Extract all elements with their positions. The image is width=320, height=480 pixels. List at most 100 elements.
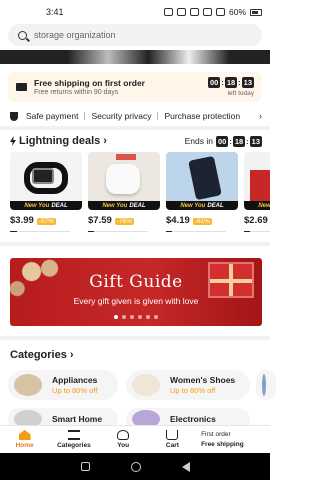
category-thumbnail (262, 374, 266, 396)
shipping-timer: 00: 18: 13 left today (207, 77, 254, 97)
deal-price: $2.69 (244, 215, 268, 226)
carousel-dot[interactable] (154, 315, 158, 319)
deal-tag: New YouDEAL (88, 201, 160, 210)
recent-apps-button[interactable] (80, 462, 90, 471)
carousel-dot[interactable] (146, 315, 150, 319)
deal-card-belt[interactable]: New You DEAL $3.99 -57% (10, 152, 82, 232)
deal-price: $3.99 (10, 215, 34, 226)
section-divider (0, 336, 270, 340)
deals-countdown: Ends in 00: 18: 13 (184, 135, 262, 147)
section-divider (0, 126, 270, 130)
timer-seconds: 13 (241, 77, 254, 88)
category-thumbnail (132, 374, 160, 396)
chevron-right-icon: › (69, 349, 74, 361)
deal-discount: -57% (36, 218, 56, 225)
category-name: Appliances (52, 375, 98, 385)
deal-tag: New YouDEAL (244, 201, 270, 210)
nav-you-label: You (117, 442, 130, 449)
carousel-dot[interactable] (138, 315, 142, 319)
gift-guide-title: Gift Guide (89, 272, 183, 292)
gift-guide-banner[interactable]: Gift Guide Every gift given is given wit… (10, 258, 262, 326)
categories-title: Categories (10, 349, 67, 361)
status-time: 3:41 (46, 7, 64, 17)
user-icon (117, 430, 130, 440)
lightning-deals-header[interactable]: Lightning deals › Ends in 00: 18: 13 (10, 134, 262, 148)
wifi-icon (202, 8, 212, 16)
sold-progress (244, 231, 270, 232)
deal-card-partial[interactable]: New YouDEAL $2.69 (244, 152, 270, 232)
lightning-deals-label: Lightning deals (19, 135, 101, 147)
section-divider (0, 242, 270, 246)
status-icons: 60% (163, 7, 262, 17)
category-womens-shoes[interactable]: Women's Shoes Up to 80% off (126, 370, 250, 400)
search-input[interactable]: storage organization (8, 24, 262, 46)
home-button[interactable] (130, 461, 141, 472)
trust-item-security-privacy: Security privacy (91, 111, 152, 121)
sold-progress (88, 231, 148, 232)
category-offer: Up to 80% off (52, 386, 98, 395)
free-shipping-line1: First order (201, 431, 231, 438)
lightning-deals-list[interactable]: New You DEAL $3.99 -57% New You DEAL $7.59… (10, 152, 270, 232)
shipping-subtitle: Free returns within 90 days (34, 89, 119, 96)
deal-card-phone-mount[interactable]: New You DEAL $4.19 -61% (166, 152, 238, 232)
nav-home[interactable]: Home (0, 430, 49, 449)
sold-progress (10, 231, 70, 232)
nav-you[interactable]: You (99, 430, 148, 449)
back-button[interactable] (181, 461, 190, 472)
free-shipping-line2: Free shipping (201, 441, 244, 448)
timer-hours: 00 (207, 77, 221, 88)
truck-icon (16, 83, 27, 91)
lightning-deals-title[interactable]: Lightning deals › (10, 135, 107, 147)
categories-icon (67, 430, 80, 440)
category-offer: Up to 80% off (170, 386, 216, 395)
category-appliances[interactable]: Appliances Up to 80% off (8, 370, 118, 400)
deal-discount: -76% (114, 218, 134, 225)
deal-tag: New YouDEAL (166, 201, 238, 210)
timer-minutes: 18 (224, 77, 238, 88)
status-bar: 3:41 60% (0, 0, 270, 24)
shipping-title: Free shipping on first order (34, 78, 145, 88)
bottom-navigation: Home Categories You Cart First order Fre… (0, 425, 270, 453)
product-image: New YouDEAL (166, 152, 238, 210)
deal-tag: New YouDEAL (10, 201, 82, 210)
carousel-dots[interactable] (10, 315, 262, 319)
nav-cart[interactable]: Cart (148, 430, 197, 449)
nav-categories-label: Categories (57, 442, 91, 449)
nfc-icon (189, 8, 199, 16)
battery-icon (250, 8, 262, 16)
carousel-dot[interactable] (130, 315, 134, 319)
nav-home-label: Home (15, 442, 34, 449)
shield-icon (10, 111, 18, 121)
free-shipping-banner[interactable]: Free shipping on first order Free return… (8, 72, 262, 102)
nav-cart-label: Cart (165, 442, 179, 449)
trust-row[interactable]: Safe payment Security privacy Purchase p… (0, 108, 270, 124)
carousel-dot[interactable] (122, 315, 126, 319)
trust-item-safe-payment: Safe payment (26, 111, 79, 121)
deal-discount: -61% (192, 218, 212, 225)
deal-card-earbuds-case[interactable]: New You DEAL $7.59 -76% (88, 152, 160, 232)
deals-timer-seconds: 13 (249, 135, 262, 147)
category-thumbnail (14, 374, 42, 396)
chevron-right-icon: › (103, 135, 107, 147)
category-partial[interactable] (256, 370, 276, 400)
home-icon (18, 430, 31, 440)
battery-percent: 60% (228, 7, 246, 17)
system-navigation-bar (0, 453, 270, 480)
nav-categories[interactable]: Categories (49, 430, 98, 449)
category-name: Women's Shoes (170, 375, 236, 385)
categories-header[interactable]: Categories › (10, 349, 74, 361)
deal-price: $4.19 (166, 215, 190, 226)
signal-icon (215, 8, 225, 16)
divider (84, 112, 86, 120)
carousel-dot[interactable] (114, 315, 118, 319)
cart-icon (166, 430, 179, 440)
promo-strip[interactable] (0, 50, 270, 64)
nav-free-shipping[interactable]: First order Free shipping (197, 431, 270, 448)
ends-label: Ends in (184, 136, 213, 146)
trust-item-purchase-protection: Purchase protection (164, 111, 241, 121)
vibrate-icon (176, 8, 186, 16)
deals-timer-hours: 00 (215, 135, 229, 147)
category-name: Smart Home (52, 414, 103, 424)
deals-timer-minutes: 18 (232, 135, 246, 147)
gift-guide-subtitle: Every gift given is given with love (73, 296, 199, 306)
